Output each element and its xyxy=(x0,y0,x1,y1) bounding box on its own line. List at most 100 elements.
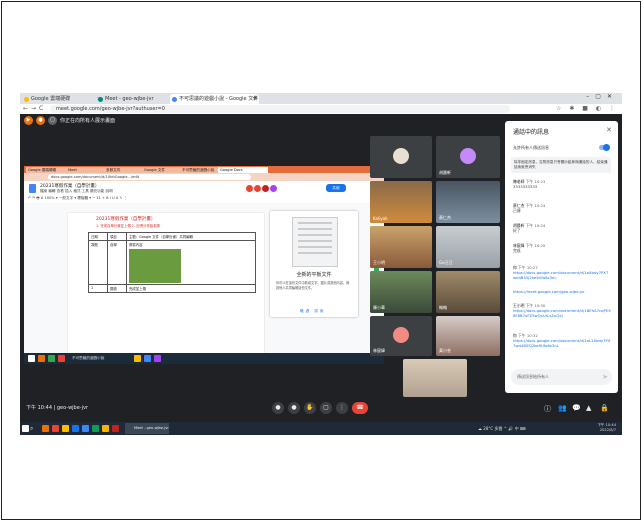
page-title: 20231寒假作業（自學計畫） xyxy=(96,217,156,222)
message-link[interactable]: https://docs.google.com/document/d/1aXbd… xyxy=(513,270,608,280)
search-icon[interactable]: ⌕ xyxy=(30,425,33,432)
message-text: 已傳 xyxy=(513,208,521,213)
panel-buttons: 略過 試用 xyxy=(300,309,326,313)
reload-icon[interactable]: C xyxy=(39,104,43,114)
participant-name: 黃小芸 xyxy=(439,348,451,353)
table-cell-text: 撰寫內容 xyxy=(129,243,143,247)
page-subtitle: 1. 完成自學計畫並上傳 2. 記得分享給老師 xyxy=(96,224,160,228)
taskbar-active-window[interactable]: Meet - geo-wjbe-jvr xyxy=(125,423,169,434)
shared-address-bar: docs.google.com/document/d/1XbhGoogle...… xyxy=(24,173,384,181)
tab-meet[interactable]: Meet - geo-wjbe-jvr × xyxy=(96,94,177,104)
participant-name: 陳小華 xyxy=(373,305,385,310)
window-controls[interactable]: –▢✕ xyxy=(586,93,618,100)
app-icon[interactable] xyxy=(112,425,119,432)
tab-docs[interactable]: 不可思議的遊戲小說 - Google 文件 × xyxy=(170,94,259,104)
participant-tile[interactable]: 胡晨軒 xyxy=(436,136,500,178)
participant-name: Kaliyah xyxy=(373,216,388,221)
send-icon[interactable]: ➤ xyxy=(602,372,608,382)
people-icon[interactable]: 👥 xyxy=(558,404,567,412)
windows-taskbar: ⌕ Meet - geo-wjbe-jvr ☁ 28°C 多雲 ^ 🔊 中 ⌨ … xyxy=(20,422,622,435)
participant-tile[interactable]: 陳小華 xyxy=(370,271,432,313)
tab-label: Google 雲端硬碟 xyxy=(31,96,71,102)
more-options-button[interactable]: ⋮ xyxy=(336,402,348,414)
meeting-time-code: 下午 10:44 | geo-wjbe-jvr xyxy=(26,404,88,411)
participant-tile[interactable]: 林宸緯 xyxy=(370,316,432,356)
participant-tile[interactable]: 黃小芸 xyxy=(436,316,500,356)
participant-tile[interactable]: Kaliyah xyxy=(370,181,432,223)
browser-tab-bar: Google 雲端硬碟 × Meet - geo-wjbe-jvr × 不可思議… xyxy=(20,93,622,104)
doc-table: 日期 項目 主題：Google 文件（自學計畫）共同編輯 寒假 自學 撰寫內容 … xyxy=(88,232,256,293)
tab-drive[interactable]: Google 雲端硬碟 × xyxy=(22,94,103,104)
present-button[interactable]: ▢ xyxy=(320,402,332,414)
chat-icon[interactable]: 💬 xyxy=(572,404,581,412)
chat-title: 通話中的訊息 xyxy=(513,129,550,136)
message-time: 下午 10:25 xyxy=(525,243,546,248)
screenshot: Google 雲端硬碟 × Meet - geo-wjbe-jvr × 不可思議… xyxy=(20,93,622,435)
app-icon xyxy=(58,355,65,362)
participant-name: 翰翰 xyxy=(439,305,447,310)
participant-name: 胡晨軒 xyxy=(439,170,451,175)
template-thumbnail xyxy=(292,217,338,267)
docs-logo-icon xyxy=(29,184,36,193)
forward-icon[interactable]: → xyxy=(31,104,36,114)
url-field[interactable]: meet.google.com/geo-wjbe-jvr?authuser=0 xyxy=(50,105,510,113)
system-tray[interactable]: ☁ 28°C 多雲 ^ 🔊 中 ⌨ xyxy=(478,422,526,435)
participant-tile-self[interactable] xyxy=(403,359,467,397)
record-icon: ● xyxy=(36,116,45,125)
tab-label: 不可思議的遊戲小說 - Google 文件 xyxy=(179,96,259,102)
app-icon[interactable] xyxy=(42,425,49,432)
message-link[interactable]: https://docs.google.com/document/d/1aL1X… xyxy=(513,338,610,348)
avatar xyxy=(246,185,253,192)
lock-icon[interactable]: 🔒 xyxy=(600,404,609,412)
browser-extension-icons[interactable]: ☆ ✱ ■ ◐ ⋮ xyxy=(556,104,618,114)
close-icon[interactable]: ✕ xyxy=(606,126,612,134)
edge-icon[interactable] xyxy=(72,425,79,432)
clock-date: 2022/8/7 xyxy=(599,428,616,432)
windows-icon xyxy=(28,355,35,362)
table-cell: 主題：Google 文件（自學計畫）共同編輯 xyxy=(126,232,256,241)
chat-message: 王小明 下午 10:30 https://docs.google.com/doc… xyxy=(513,303,611,318)
allow-messages-toggle[interactable] xyxy=(599,144,610,151)
participant-tile[interactable]: Go汪汪 xyxy=(436,226,500,268)
app-icon[interactable] xyxy=(52,425,59,432)
participant-tile[interactable] xyxy=(370,136,432,178)
app-icon xyxy=(38,355,45,362)
windows-start-icon[interactable] xyxy=(22,425,29,432)
meet-top-bar: ▶ ● ▢ 你正在向所有人展示畫面 xyxy=(20,114,500,128)
shared-taskbar: 不可思議的遊戲小說 xyxy=(24,353,384,364)
chat-input-placeholder: 傳送訊息給所有人 xyxy=(517,374,549,379)
info-icon[interactable]: ⓘ xyxy=(544,404,551,414)
folder-icon[interactable] xyxy=(102,425,109,432)
chrome-icon[interactable] xyxy=(62,425,69,432)
meet-icon xyxy=(98,97,103,102)
back-icon[interactable]: ← xyxy=(23,104,28,114)
shared-screen: Google 雲端硬碟 Meet 多數文件 Google 文件 不可思議的遊戲小… xyxy=(24,166,384,364)
share-button: 共用 xyxy=(326,184,346,192)
participant-tile[interactable]: 翰翰 xyxy=(436,271,500,313)
app-icon[interactable] xyxy=(82,425,89,432)
app-icon xyxy=(48,355,55,362)
message-text: 3333333333 xyxy=(513,184,538,189)
meeting-code: geo-wjbe-jvr xyxy=(56,405,89,411)
raise-hand-button[interactable]: ✋ xyxy=(304,402,316,414)
participant-tile[interactable]: 蔡仁杰 xyxy=(436,181,500,223)
avatar xyxy=(270,185,277,192)
participant-name: 蔡仁杰 xyxy=(439,215,451,220)
avatar xyxy=(393,148,409,164)
leave-call-button[interactable]: ☎ xyxy=(352,402,368,414)
message-link[interactable]: https://docs.google.com/document/d/1BEhA… xyxy=(513,308,611,318)
camera-button[interactable]: ● xyxy=(288,402,300,414)
avatar xyxy=(393,327,409,343)
message-text: 完成 xyxy=(513,248,521,253)
participant-tile[interactable]: 王小明 xyxy=(370,226,432,268)
mic-button[interactable]: ● xyxy=(272,402,284,414)
new-tab-button[interactable]: + xyxy=(252,94,258,102)
address-bar: ← → C meet.google.com/geo-wjbe-jvr?authu… xyxy=(20,104,622,114)
doc-menu: 檔案 編輯 查看 插入 格式 工具 擴充功能 說明 xyxy=(40,189,113,193)
activities-icon[interactable]: ▲ xyxy=(586,404,591,412)
chat-message: 胡晨軒 下午 10:24 好了 xyxy=(513,223,611,233)
message-link[interactable]: https://meet.google.com/geo-wjbe-jvr xyxy=(513,289,585,294)
panel-title: 全新的平板文件 xyxy=(296,272,332,278)
chat-input[interactable]: 傳送訊息給所有人 ➤ xyxy=(511,369,612,385)
app-icon[interactable] xyxy=(92,425,99,432)
